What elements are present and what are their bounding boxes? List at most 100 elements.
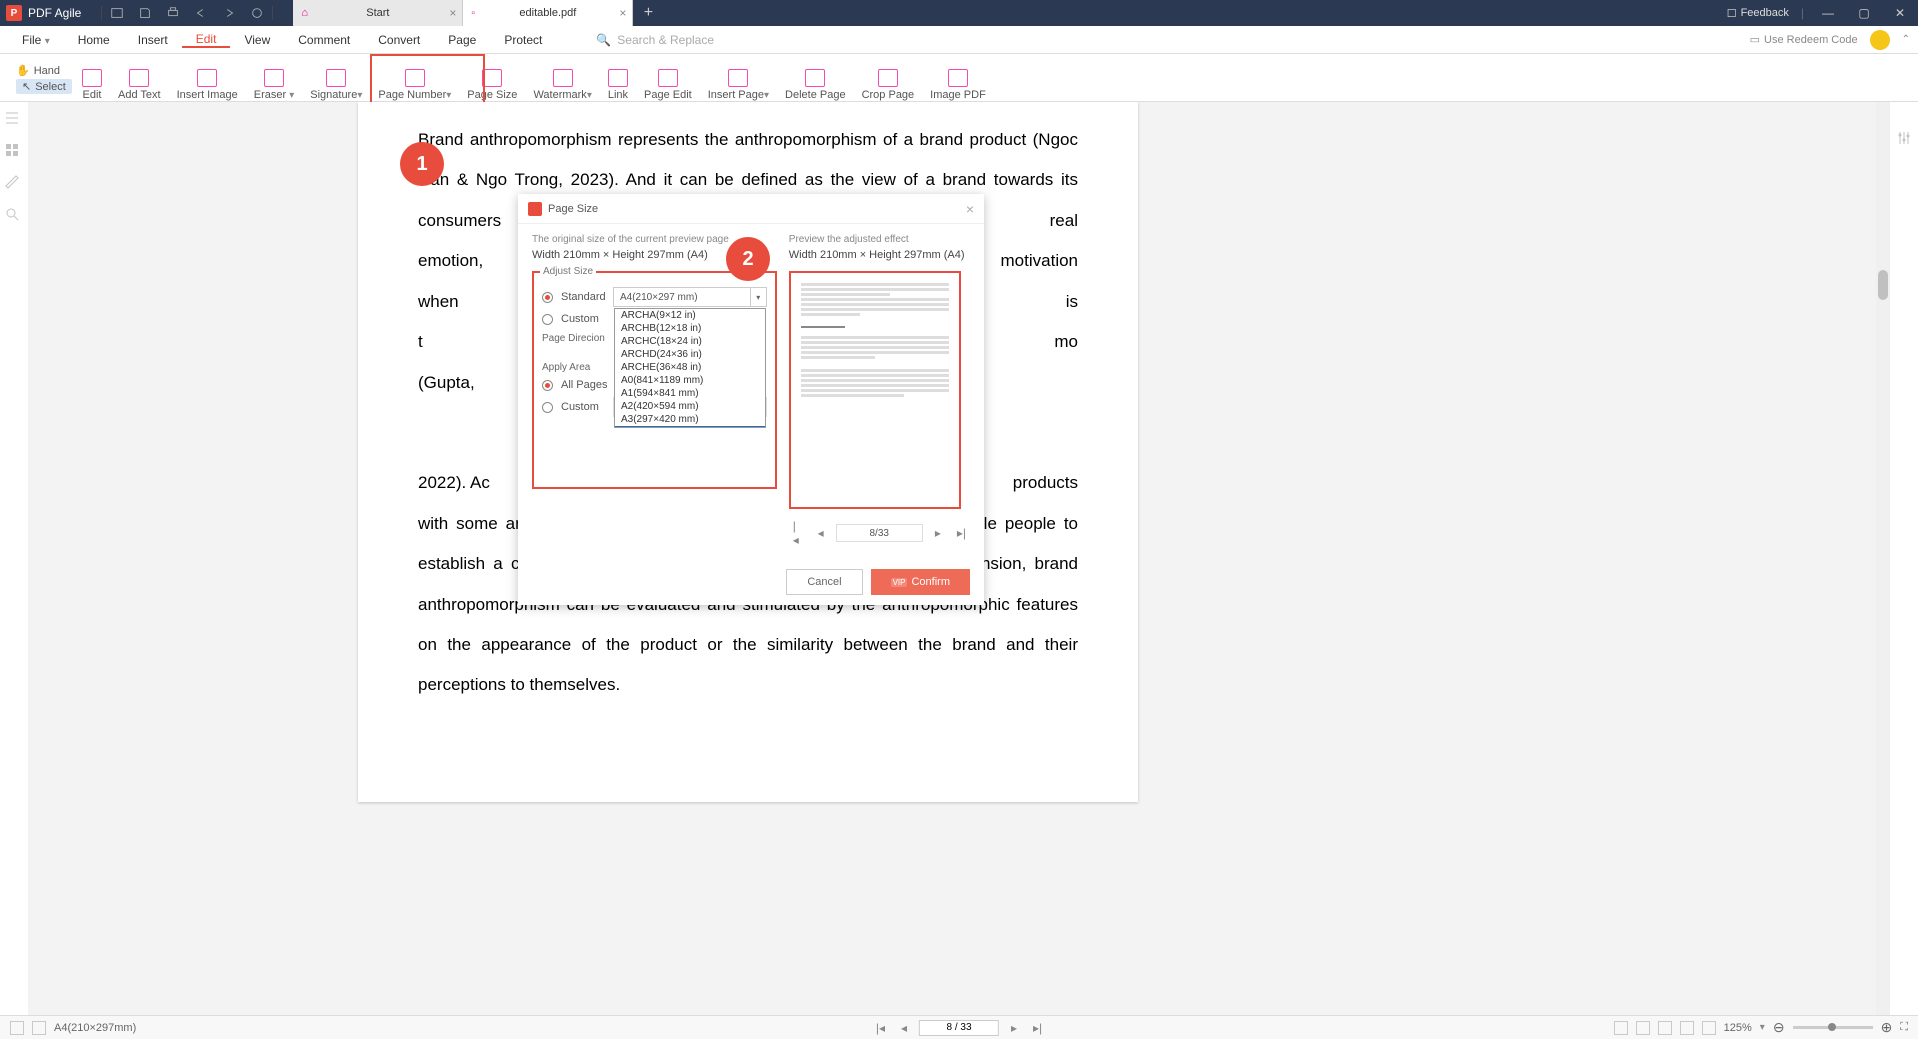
page-indicator[interactable]: 8/33 bbox=[836, 524, 923, 542]
outline-icon[interactable] bbox=[4, 110, 20, 126]
dialog-close-button[interactable]: × bbox=[966, 201, 974, 217]
fullscreen-button[interactable]: ⛶ bbox=[1900, 1021, 1908, 1034]
radio-all-pages-label: All Pages bbox=[561, 379, 607, 391]
first-page-button[interactable]: |◂ bbox=[789, 517, 806, 549]
menu-file[interactable]: File ▾ bbox=[8, 33, 64, 47]
redo-icon[interactable] bbox=[222, 6, 236, 20]
zoom-out-button[interactable]: ⊖ bbox=[1773, 1019, 1785, 1036]
radio-standard[interactable] bbox=[542, 292, 553, 303]
prev-page-button[interactable]: ◂ bbox=[814, 524, 828, 542]
tool-insert-image[interactable]: Insert Image bbox=[169, 53, 246, 101]
dropdown-item[interactable]: A2(420×594 mm) bbox=[615, 400, 765, 413]
tool-insert-page[interactable]: Insert Page▾ bbox=[700, 53, 777, 101]
view-mode-5[interactable] bbox=[1702, 1021, 1716, 1035]
feedback-button[interactable]: ☐ Feedback bbox=[1727, 7, 1789, 20]
menu-view[interactable]: View bbox=[230, 33, 284, 47]
radio-all-pages[interactable] bbox=[542, 380, 553, 391]
sb-icon-2[interactable] bbox=[32, 1021, 46, 1035]
sb-last-page[interactable]: ▸| bbox=[1029, 1019, 1046, 1037]
zoom-in-button[interactable]: ⊕ bbox=[1881, 1019, 1893, 1036]
sb-prev-page[interactable]: ◂ bbox=[897, 1019, 911, 1037]
tool-add-text[interactable]: Add Text bbox=[110, 53, 169, 101]
sb-page-input[interactable] bbox=[919, 1020, 999, 1036]
thumbnails-icon[interactable] bbox=[4, 142, 20, 158]
tool-eraser[interactable]: Eraser ▾ bbox=[246, 53, 303, 101]
menu-page[interactable]: Page bbox=[434, 33, 490, 47]
tool-crop-page[interactable]: Crop Page bbox=[854, 53, 923, 101]
menu-protect[interactable]: Protect bbox=[490, 33, 556, 47]
tool-page-edit[interactable]: Page Edit bbox=[636, 53, 700, 101]
cursor-icon: ↖ bbox=[22, 80, 31, 93]
open-icon[interactable] bbox=[110, 6, 124, 20]
new-tab-button[interactable]: + bbox=[633, 0, 663, 26]
circle-icon[interactable] bbox=[250, 6, 264, 20]
left-panel-icons bbox=[4, 110, 20, 222]
print-icon[interactable] bbox=[166, 6, 180, 20]
tool-image-pdf[interactable]: Image PDF bbox=[922, 53, 994, 101]
view-mode-4[interactable] bbox=[1680, 1021, 1694, 1035]
zoom-slider[interactable] bbox=[1793, 1026, 1873, 1029]
menu-insert[interactable]: Insert bbox=[124, 33, 182, 47]
close-button[interactable]: ✕ bbox=[1888, 3, 1912, 23]
statusbar: A4(210×297mm) |◂ ◂ ▸ ▸| 125%▾ ⊖ ⊕ ⛶ bbox=[0, 1015, 1918, 1039]
hand-tool[interactable]: ✋Hand bbox=[16, 64, 60, 77]
menu-convert[interactable]: Convert bbox=[364, 33, 434, 47]
last-page-button[interactable]: ▸| bbox=[953, 524, 970, 542]
tab-editable[interactable]: ▫ editable.pdf × bbox=[463, 0, 633, 26]
avatar[interactable] bbox=[1870, 30, 1890, 50]
close-icon[interactable]: × bbox=[449, 6, 456, 20]
search-panel-icon[interactable] bbox=[4, 206, 20, 222]
tool-link[interactable]: Link bbox=[600, 53, 636, 101]
radio-custom-range[interactable] bbox=[542, 402, 553, 413]
vip-badge: VIP bbox=[891, 578, 908, 587]
minimize-button[interactable]: — bbox=[1816, 3, 1840, 23]
tool-watermark[interactable]: Watermark▾ bbox=[525, 53, 599, 101]
view-mode-1[interactable] bbox=[1614, 1021, 1628, 1035]
dropdown-item[interactable]: ARCHE(36×48 in) bbox=[615, 361, 765, 374]
confirm-button[interactable]: VIP Confirm bbox=[871, 569, 970, 595]
tool-page-number[interactable]: Page Number▾ bbox=[370, 53, 459, 101]
dropdown-item[interactable]: ARCHD(24×36 in) bbox=[615, 348, 765, 361]
chevron-down-icon[interactable]: ▾ bbox=[750, 288, 766, 306]
scrollbar-thumb[interactable] bbox=[1878, 270, 1888, 300]
menu-edit[interactable]: Edit bbox=[182, 32, 231, 48]
radio-custom-size[interactable] bbox=[542, 314, 553, 325]
view-mode-3[interactable] bbox=[1658, 1021, 1672, 1035]
menu-comment[interactable]: Comment bbox=[284, 33, 364, 47]
size-combo[interactable]: A4(210×297 mm) ▾ ARCHA(9×12 in) ARCHB(12… bbox=[613, 287, 767, 307]
dropdown-item-selected[interactable]: A4(210×297 mm) bbox=[615, 426, 765, 428]
dropdown-item[interactable]: A3(297×420 mm) bbox=[615, 413, 765, 426]
tool-edit[interactable]: Edit bbox=[74, 53, 110, 101]
sb-first-page[interactable]: |◂ bbox=[872, 1019, 889, 1037]
search-box[interactable]: 🔍 Search & Replace bbox=[596, 33, 714, 47]
dialog-header[interactable]: Page Size × bbox=[518, 194, 984, 224]
app-logo: P bbox=[6, 5, 22, 21]
dropdown-item[interactable]: ARCHB(12×18 in) bbox=[615, 322, 765, 335]
titlebar-right: ☐ Feedback | — ▢ ✕ bbox=[1727, 3, 1918, 23]
save-icon[interactable] bbox=[138, 6, 152, 20]
undo-icon[interactable] bbox=[194, 6, 208, 20]
collapse-ribbon[interactable]: ⌃ bbox=[1902, 34, 1910, 45]
radio-custom-label: Custom bbox=[561, 313, 599, 325]
tool-delete-page[interactable]: Delete Page bbox=[777, 53, 854, 101]
settings-icon[interactable] bbox=[1896, 130, 1912, 146]
dropdown-item[interactable]: ARCHA(9×12 in) bbox=[615, 309, 765, 322]
next-page-button[interactable]: ▸ bbox=[931, 524, 945, 542]
close-icon[interactable]: × bbox=[619, 6, 626, 20]
tab-start[interactable]: ⌂ Start × bbox=[293, 0, 463, 26]
select-tool[interactable]: ↖Select bbox=[16, 79, 72, 94]
tool-signature[interactable]: Signature▾ bbox=[302, 53, 370, 101]
dropdown-item[interactable]: ARCHC(18×24 in) bbox=[615, 335, 765, 348]
tool-page-size[interactable]: Page Size bbox=[459, 53, 525, 101]
sb-next-page[interactable]: ▸ bbox=[1007, 1019, 1021, 1037]
sb-icon-1[interactable] bbox=[10, 1021, 24, 1035]
redeem-button[interactable]: ▭ Use Redeem Code bbox=[1750, 33, 1858, 46]
vertical-scrollbar[interactable] bbox=[1876, 102, 1890, 1015]
dropdown-item[interactable]: A1(594×841 mm) bbox=[615, 387, 765, 400]
cancel-button[interactable]: Cancel bbox=[786, 569, 862, 595]
dropdown-item[interactable]: A0(841×1189 mm) bbox=[615, 374, 765, 387]
annotate-icon[interactable] bbox=[4, 174, 20, 190]
view-mode-2[interactable] bbox=[1636, 1021, 1650, 1035]
menu-home[interactable]: Home bbox=[64, 33, 124, 47]
maximize-button[interactable]: ▢ bbox=[1852, 3, 1876, 23]
